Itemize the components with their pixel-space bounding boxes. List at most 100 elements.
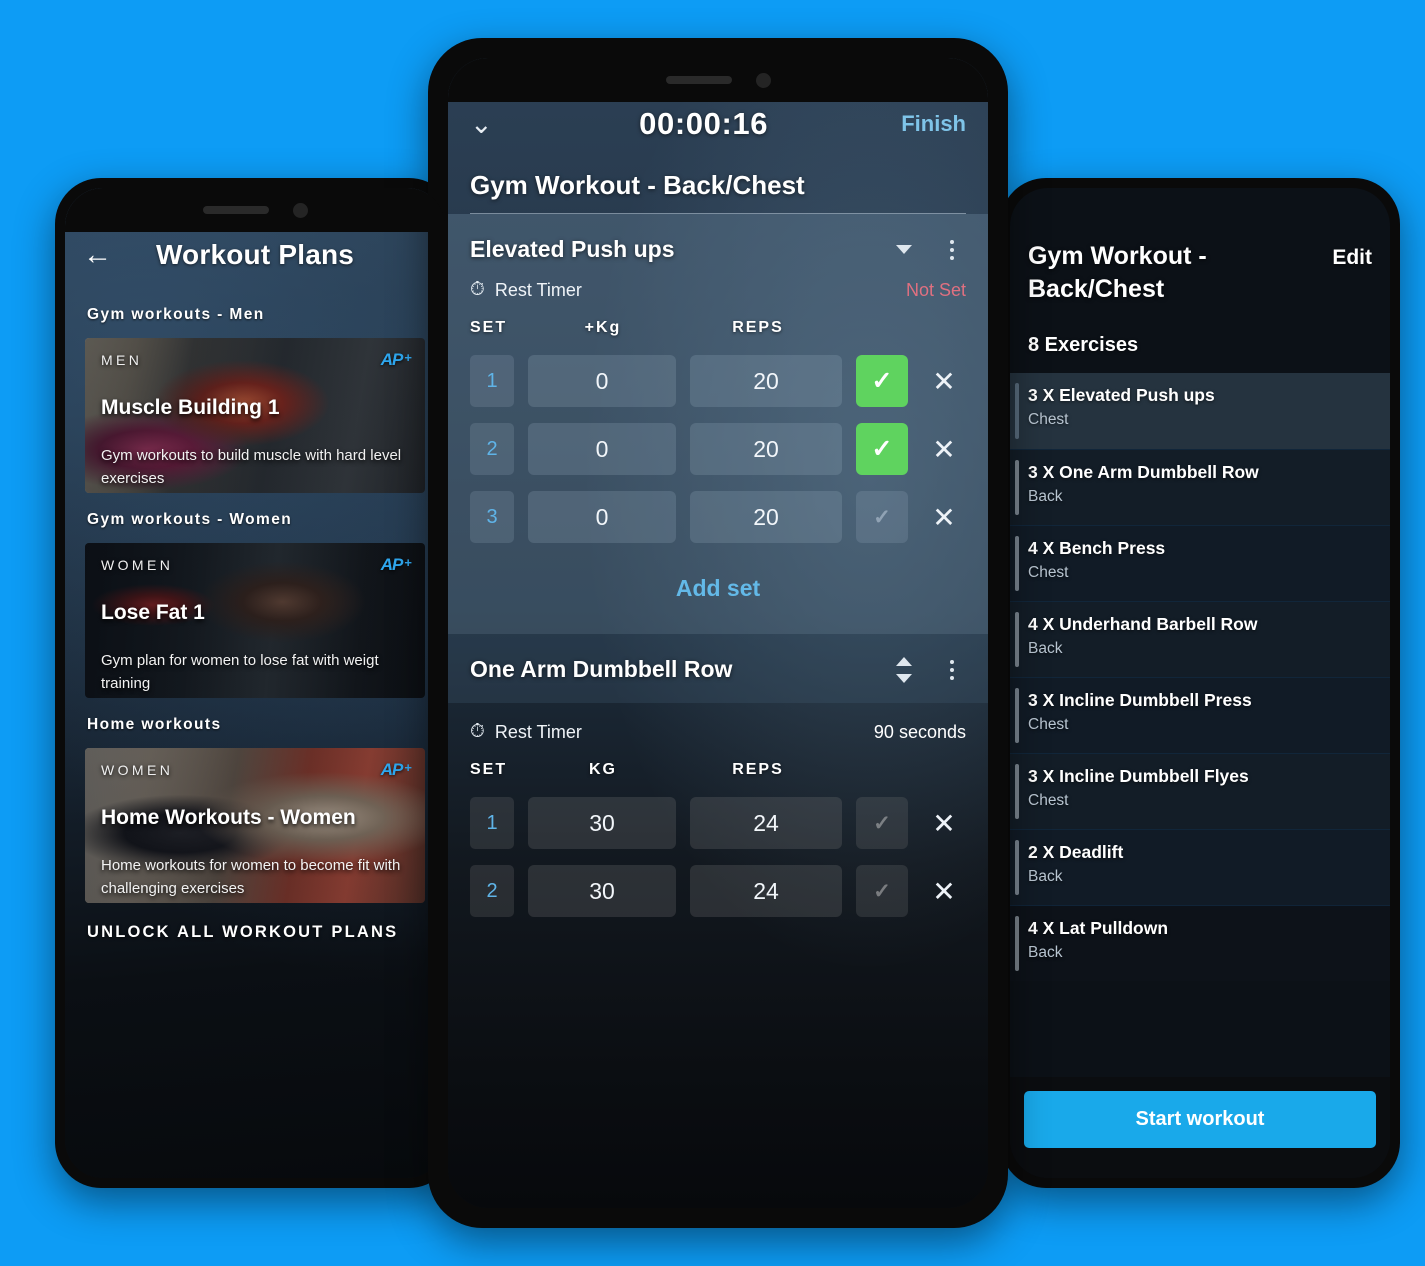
start-workout-button[interactable]: Start workout xyxy=(1024,1091,1376,1148)
exercise-header[interactable]: Elevated Push ups xyxy=(448,214,988,283)
column-header-weight: +Kg xyxy=(584,319,622,336)
plan-card-home-workouts[interactable]: AP + WOMEN Home Workouts - Women Home wo… xyxy=(85,748,425,903)
column-header-set: SET xyxy=(470,761,508,778)
plan-card-muscle-building[interactable]: AP + MEN Muscle Building 1 Gym workouts … xyxy=(85,338,425,493)
muscle-group: Back xyxy=(1028,640,1063,657)
center-phone-notch xyxy=(448,58,988,102)
column-header-reps: REPS xyxy=(732,761,784,778)
muscle-group: Back xyxy=(1028,944,1063,961)
list-item[interactable]: 4 X Lat Pulldown Back xyxy=(1010,905,1390,981)
remove-set-icon[interactable]: ✕ xyxy=(922,501,966,534)
workout-name-field[interactable]: Gym Workout - Back/Chest xyxy=(470,170,966,214)
front-camera-icon xyxy=(755,72,771,88)
exercise-name: 2 X Deadlift xyxy=(1028,842,1124,862)
weight-input[interactable]: 30 xyxy=(528,797,676,849)
exercise-name: Elevated Push ups xyxy=(470,236,675,262)
left-phone-notch xyxy=(65,188,445,232)
chevron-down-icon[interactable] xyxy=(896,673,912,683)
set-index: 1 xyxy=(470,355,514,407)
exercise-name: 3 X Incline Dumbbell Press xyxy=(1028,690,1252,710)
table-row[interactable]: 1 30 24 ✓ ✕ xyxy=(448,789,988,857)
reorder-controls[interactable] xyxy=(880,245,928,254)
plan-card-kicker: MEN xyxy=(101,352,143,368)
reorder-controls[interactable] xyxy=(880,656,928,683)
rest-timer-value[interactable]: 90 seconds xyxy=(874,722,966,743)
table-row[interactable]: 2 30 24 ✓ ✕ xyxy=(448,857,988,925)
set-index: 2 xyxy=(470,865,514,917)
unlock-all-plans-button[interactable]: UNLOCK ALL WORKOUT PLANS xyxy=(85,917,425,960)
finish-button[interactable]: Finish xyxy=(901,111,966,137)
set-complete-checkbox[interactable]: ✓ xyxy=(856,423,908,475)
muscle-group: Chest xyxy=(1028,564,1069,581)
rest-timer-row[interactable]: ⏱ Rest Timer Not Set xyxy=(448,279,988,301)
section-label-gym-men: Gym workouts - Men xyxy=(87,306,265,323)
workout-plans-screen: ← Workout Plans Gym workouts - Men AP + … xyxy=(65,188,445,1178)
exercise-name: 4 X Underhand Barbell Row xyxy=(1028,614,1258,634)
workout-detail-screen: Gym Workout - Back/Chest Edit 8 Exercise… xyxy=(1010,188,1390,1178)
workout-title: Gym Workout - Back/Chest xyxy=(1028,242,1207,303)
right-phone-screen: Gym Workout - Back/Chest Edit 8 Exercise… xyxy=(1010,188,1390,1178)
list-item[interactable]: 3 X Elevated Push ups Chest xyxy=(1010,373,1390,449)
list-item[interactable]: 2 X Deadlift Back xyxy=(1010,829,1390,905)
list-item[interactable]: 4 X Bench Press Chest xyxy=(1010,525,1390,601)
section-label-gym-women: Gym workouts - Women xyxy=(87,511,293,528)
set-complete-checkbox[interactable]: ✓ xyxy=(856,797,908,849)
chevron-down-icon[interactable]: ⌄ xyxy=(470,110,506,138)
exercise-count-label: 8 Exercises xyxy=(1028,334,1139,356)
plan-card-name: Muscle Building 1 xyxy=(101,396,280,419)
list-item[interactable]: 3 X Incline Dumbbell Press Chest xyxy=(1010,677,1390,753)
edit-button[interactable]: Edit xyxy=(1332,240,1372,270)
workout-plans-list[interactable]: Gym workouts - Men AP + MEN Muscle Build… xyxy=(65,288,445,1178)
rest-timer-row[interactable]: ⏱ Rest Timer 90 seconds xyxy=(448,721,988,743)
table-row[interactable]: 3 0 20 ✓ ✕ xyxy=(448,483,988,551)
rest-timer-label: Rest Timer xyxy=(494,279,582,300)
table-row[interactable]: 2 0 20 ✓ ✕ xyxy=(448,415,988,483)
weight-input[interactable]: 0 xyxy=(528,355,676,407)
remove-set-icon[interactable]: ✕ xyxy=(922,875,966,908)
exercise-header[interactable]: One Arm Dumbbell Row xyxy=(448,634,988,703)
exercise-name: 3 X One Arm Dumbbell Row xyxy=(1028,462,1259,482)
table-row[interactable]: 1 0 20 ✓ ✕ xyxy=(448,347,988,415)
set-complete-checkbox[interactable]: ✓ xyxy=(856,491,908,543)
reps-input[interactable]: 24 xyxy=(690,797,842,849)
plan-card-text: WOMEN Home Workouts - Women Home workout… xyxy=(85,748,425,903)
reps-input[interactable]: 20 xyxy=(690,355,842,407)
reps-input[interactable]: 20 xyxy=(690,491,842,543)
exercise-list[interactable]: 3 X Elevated Push ups Chest 3 X One Arm … xyxy=(1010,373,1390,981)
weight-input[interactable]: 30 xyxy=(528,865,676,917)
reps-input[interactable]: 24 xyxy=(690,865,842,917)
plan-card-lose-fat[interactable]: AP + WOMEN Lose Fat 1 Gym plan for women… xyxy=(85,543,425,698)
add-set-button[interactable]: Add set xyxy=(448,551,988,634)
column-header-set: SET xyxy=(470,319,508,336)
weight-input[interactable]: 0 xyxy=(528,491,676,543)
rest-timer-value[interactable]: Not Set xyxy=(906,280,966,301)
set-index: 1 xyxy=(470,797,514,849)
workout-timer: 00:00:16 xyxy=(639,106,769,141)
exercise-sets-one-arm-dumbbell-row: ⏱ Rest Timer 90 seconds SET KG REPS 1 30… xyxy=(448,721,988,925)
start-workout-bar: Start workout xyxy=(1010,1077,1390,1178)
set-table-header: SET +Kg REPS xyxy=(448,301,988,347)
column-header-reps: REPS xyxy=(732,319,784,336)
list-item[interactable]: 4 X Underhand Barbell Row Back xyxy=(1010,601,1390,677)
left-phone-screen: ← Workout Plans Gym workouts - Men AP + … xyxy=(65,188,445,1178)
plan-card-name: Home Workouts - Women xyxy=(101,806,356,829)
chevron-up-icon[interactable] xyxy=(896,656,912,666)
chevron-down-icon[interactable] xyxy=(896,245,912,254)
muscle-group: Back xyxy=(1028,488,1063,505)
exercise-name: 4 X Lat Pulldown xyxy=(1028,918,1169,938)
right-phone-mockup: Gym Workout - Back/Chest Edit 8 Exercise… xyxy=(1000,178,1400,1188)
remove-set-icon[interactable]: ✕ xyxy=(922,807,966,840)
remove-set-icon[interactable]: ✕ xyxy=(922,365,966,398)
remove-set-icon[interactable]: ✕ xyxy=(922,433,966,466)
exercise-name: 4 X Bench Press xyxy=(1028,538,1166,558)
reps-input[interactable]: 20 xyxy=(690,423,842,475)
list-item[interactable]: 3 X One Arm Dumbbell Row Back xyxy=(1010,449,1390,525)
list-item[interactable]: 3 X Incline Dumbbell Flyes Chest xyxy=(1010,753,1390,829)
exercise-options-icon[interactable] xyxy=(938,239,966,260)
muscle-group: Chest xyxy=(1028,411,1069,428)
set-complete-checkbox[interactable]: ✓ xyxy=(856,355,908,407)
set-complete-checkbox[interactable]: ✓ xyxy=(856,865,908,917)
weight-input[interactable]: 0 xyxy=(528,423,676,475)
exercise-options-icon[interactable] xyxy=(938,659,966,680)
plan-card-name: Lose Fat 1 xyxy=(101,601,205,624)
